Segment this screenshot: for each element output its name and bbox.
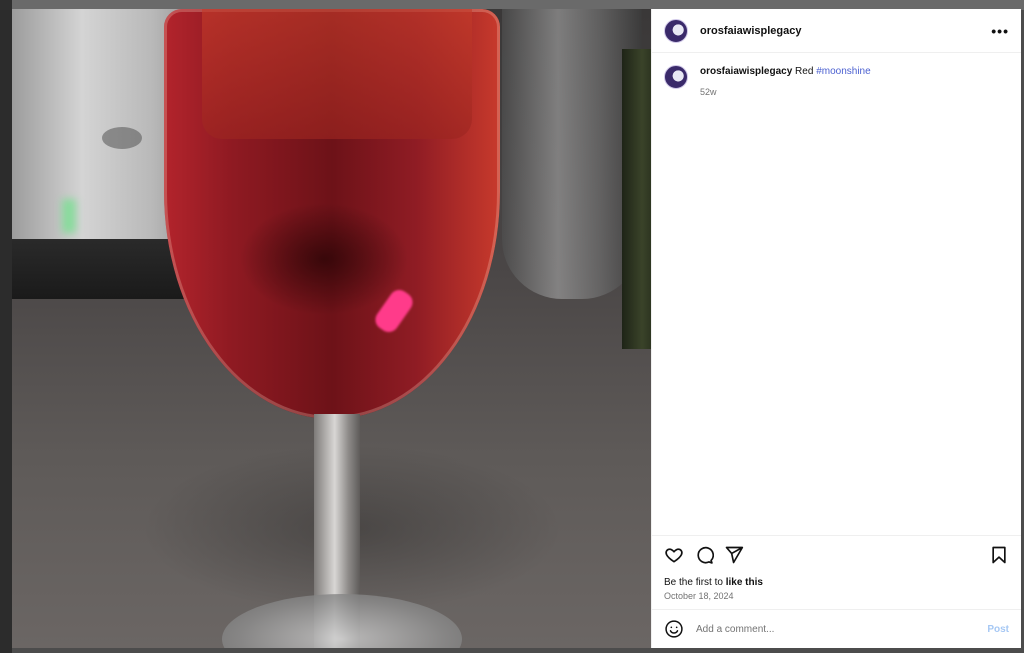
header-username[interactable]: orosfaiawisplegacy	[700, 25, 802, 37]
post-date[interactable]: October 18, 2024	[652, 588, 1021, 609]
post-side-panel: orosfaiawisplegacy ••• orosfaiawisplegac…	[651, 9, 1021, 648]
caption-text: Red	[795, 66, 814, 77]
comment-icon[interactable]	[694, 545, 714, 565]
comments-section: orosfaiawisplegacy Red #moonshine 52w	[652, 53, 1021, 535]
caption-body: orosfaiawisplegacy Red #moonshine 52w	[700, 65, 871, 99]
like-this-link[interactable]: like this	[726, 577, 763, 588]
likes-prefix: Be the first to	[664, 577, 723, 588]
wine-reflection	[202, 9, 472, 139]
emoji-icon[interactable]	[664, 619, 684, 639]
avatar[interactable]	[664, 18, 688, 43]
caption: orosfaiawisplegacy Red #moonshine 52w	[664, 65, 1009, 99]
background-bottle	[622, 49, 651, 349]
share-icon[interactable]	[724, 545, 744, 565]
hashtag-link[interactable]: #moonshine	[816, 66, 870, 77]
post-modal: orosfaiawisplegacy ••• orosfaiawisplegac…	[12, 9, 1021, 648]
post-button[interactable]: Post	[987, 624, 1009, 635]
background-glass	[502, 9, 642, 299]
more-horizontal-icon[interactable]: •••	[991, 24, 1009, 38]
action-bar	[652, 535, 1021, 573]
appliance-logo	[102, 127, 142, 149]
caption-avatar[interactable]	[664, 65, 688, 89]
heart-icon[interactable]	[664, 545, 684, 565]
likes-line: Be the first to like this	[652, 573, 1021, 588]
comment-input[interactable]	[694, 622, 988, 636]
caption-username[interactable]: orosfaiawisplegacy	[700, 66, 792, 77]
post-header: orosfaiawisplegacy •••	[652, 9, 1021, 53]
post-photo[interactable]	[12, 9, 651, 648]
appliance-light	[62, 199, 76, 233]
add-comment-bar: Post	[652, 609, 1021, 648]
caption-time[interactable]: 52w	[700, 85, 871, 99]
wine-glass-foot	[222, 594, 462, 648]
bookmark-icon[interactable]	[989, 545, 1009, 565]
